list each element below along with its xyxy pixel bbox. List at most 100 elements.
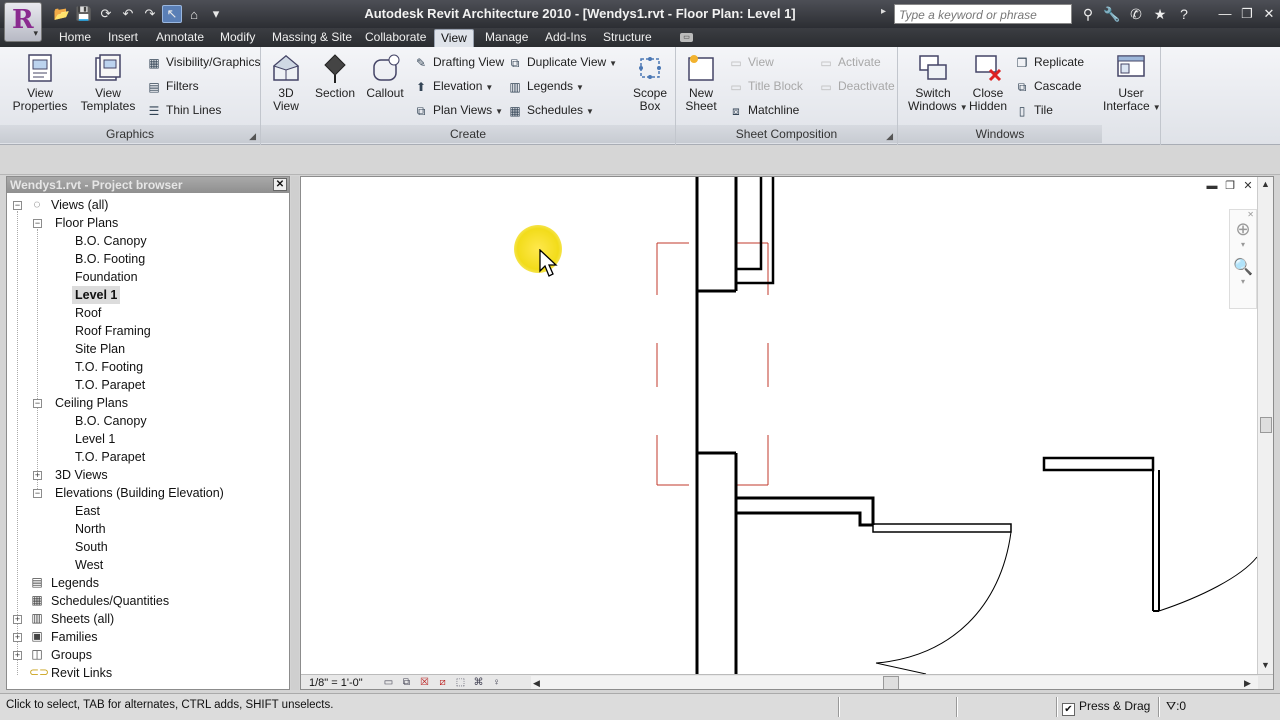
schedules-button[interactable]: ▦ Schedules ▼ xyxy=(507,100,594,120)
drawing-area[interactable]: ▬ ❐ ✕ ✕ ⊕ ▾ 🔍 ▾ ▲ ▼ 1/8" = 1'-0" ▭ ⧉ ☒ ⧄… xyxy=(300,176,1274,690)
close-icon[interactable]: ✕ xyxy=(1241,179,1255,193)
tab-annotate[interactable]: Annotate xyxy=(150,29,210,47)
expand-icon[interactable]: + xyxy=(33,471,42,480)
vertical-scrollbar[interactable]: ▲ ▼ xyxy=(1257,177,1273,674)
tree-elevation-item[interactable]: North xyxy=(75,520,106,538)
checkbox-checked-icon[interactable]: ✔ xyxy=(1062,703,1075,716)
steering-wheel-icon[interactable]: ⊕ xyxy=(1230,219,1256,240)
temporary-hide-icon[interactable]: ⌘ xyxy=(471,676,486,689)
floor-plan-canvas[interactable] xyxy=(301,177,1257,674)
door-swings[interactable] xyxy=(875,531,1257,674)
matchline-button[interactable]: ⧈ Matchline xyxy=(728,100,799,120)
tab-add-ins[interactable]: Add-Ins xyxy=(539,29,592,47)
tab-massing-site[interactable]: Massing & Site xyxy=(266,29,358,47)
collapse-icon[interactable]: − xyxy=(33,489,42,498)
tab-structure[interactable]: Structure xyxy=(597,29,658,47)
select-icon[interactable]: ↖ xyxy=(162,5,182,23)
tree-elevation-item[interactable]: West xyxy=(75,556,103,574)
press-drag-toggle[interactable]: ✔ Press & Drag xyxy=(1062,699,1150,716)
sync-icon[interactable]: ⟳ xyxy=(96,5,116,23)
callout-boundary[interactable] xyxy=(656,242,769,486)
3d-view-quick-icon[interactable]: ⌂ xyxy=(184,5,204,23)
section-button[interactable]: Section xyxy=(313,52,357,100)
scroll-thumb[interactable] xyxy=(1260,417,1272,433)
tab-manage[interactable]: Manage xyxy=(479,29,534,47)
switch-windows-button[interactable]: Switch Windows ▼ xyxy=(908,52,968,114)
scroll-down-icon[interactable]: ▼ xyxy=(1261,660,1270,670)
chevron-down-icon[interactable]: ▾ xyxy=(1230,240,1256,249)
view-scale[interactable]: 1/8" = 1'-0" xyxy=(309,676,363,689)
tree-views-all[interactable]: Views (all) xyxy=(51,196,108,214)
tree-ceiling-plan-item[interactable]: Level 1 xyxy=(75,430,115,448)
tree-3d-views[interactable]: 3D Views xyxy=(55,466,108,484)
undo-icon[interactable]: ↶ xyxy=(118,5,138,23)
expand-icon[interactable]: + xyxy=(13,615,22,624)
thin-lines-button[interactable]: ☰ Thin Lines xyxy=(146,100,222,120)
visual-style-icon[interactable]: ⧉ xyxy=(399,676,414,689)
crop-view-icon[interactable]: ⧄ xyxy=(435,676,450,689)
binoculars-icon[interactable]: ⚲ xyxy=(1078,5,1098,23)
scope-box-button[interactable]: Scope Box xyxy=(627,52,673,113)
close-icon[interactable]: ✕ xyxy=(1230,210,1256,219)
new-sheet-button[interactable]: New Sheet xyxy=(681,52,721,113)
tree-elevation-item[interactable]: South xyxy=(75,538,108,556)
tree-floor-plan-item[interactable]: Foundation xyxy=(75,268,138,286)
open-icon[interactable]: 📂 xyxy=(52,5,72,23)
tab-home[interactable]: Home xyxy=(53,29,97,47)
tree-floor-plans[interactable]: Floor Plans xyxy=(55,214,118,232)
tree-elevation-item[interactable]: East xyxy=(75,502,100,520)
tree-schedules[interactable]: Schedules/Quantities xyxy=(51,592,169,610)
tree-families[interactable]: Families xyxy=(51,628,98,646)
filters-button[interactable]: ▤ Filters xyxy=(146,76,198,96)
walls[interactable] xyxy=(695,177,1160,674)
minimize-icon[interactable]: ▬ xyxy=(1205,179,1219,193)
collapse-icon[interactable]: − xyxy=(13,201,22,210)
selection-filter[interactable]: ⛛:0 xyxy=(1166,699,1186,714)
collapse-icon[interactable]: − xyxy=(33,219,42,228)
collapse-icon[interactable]: − xyxy=(33,399,42,408)
show-crop-icon[interactable]: ⬚ xyxy=(453,676,468,689)
expand-icon[interactable]: + xyxy=(13,651,22,660)
expand-icon[interactable]: + xyxy=(13,633,22,642)
customize-qat-icon[interactable]: ▾ xyxy=(206,5,226,23)
tree-ceiling-plan-item[interactable]: T.O. Parapet xyxy=(75,448,145,466)
scroll-right-icon[interactable]: ▶ xyxy=(1244,676,1251,689)
replicate-button[interactable]: ❐ Replicate xyxy=(1014,52,1084,72)
deactivate-button[interactable]: ▭ Deactivate xyxy=(818,76,894,96)
tree-sheets[interactable]: Sheets (all) xyxy=(51,610,114,628)
tree-floor-plan-item[interactable]: T.O. Footing xyxy=(75,358,143,376)
tree-ceiling-plan-item[interactable]: B.O. Canopy xyxy=(75,412,147,430)
scroll-left-icon[interactable]: ◀ xyxy=(533,676,540,689)
tab-collaborate[interactable]: Collaborate xyxy=(359,29,432,47)
horizontal-scrollbar[interactable]: ◀ ▶ xyxy=(531,676,1258,689)
reveal-hidden-icon[interactable]: ♀ xyxy=(489,676,504,689)
search-expand-icon[interactable]: ▸ xyxy=(881,6,893,22)
tree-floor-plan-item[interactable]: B.O. Canopy xyxy=(75,232,147,250)
tree-floor-plan-item[interactable]: B.O. Footing xyxy=(75,250,145,268)
close-icon[interactable]: ✕ xyxy=(273,178,287,191)
duplicate-view-button[interactable]: ⧉ Duplicate View ▼ xyxy=(507,52,617,72)
redo-icon[interactable]: ↷ xyxy=(140,5,160,23)
tree-revit-links[interactable]: Revit Links xyxy=(51,664,112,682)
tree-floor-plan-item[interactable]: Site Plan xyxy=(75,340,125,358)
visibility-graphics-button[interactable]: ▦ Visibility/Graphics xyxy=(146,52,260,72)
elevation-button[interactable]: ⬆ Elevation ▼ xyxy=(413,76,493,96)
view-templates-button[interactable]: View Templates xyxy=(78,52,138,113)
user-interface-button[interactable]: User Interface ▼ xyxy=(1103,52,1161,114)
tree-floor-plan-item[interactable]: T.O. Parapet xyxy=(75,376,145,394)
help-icon[interactable]: ? xyxy=(1174,5,1194,23)
plan-views-button[interactable]: ⧉ Plan Views ▼ xyxy=(413,100,503,120)
cascade-button[interactable]: ⧉ Cascade xyxy=(1014,76,1082,96)
tab-insert[interactable]: Insert xyxy=(102,29,144,47)
dialog-launcher-icon[interactable]: ◢ xyxy=(886,127,893,145)
restore-icon[interactable]: ❐ xyxy=(1236,4,1258,24)
shadows-icon[interactable]: ☒ xyxy=(417,676,432,689)
minimize-icon[interactable]: — xyxy=(1214,4,1236,24)
tree-floor-plan-item[interactable]: Roof xyxy=(75,304,101,322)
activate-button[interactable]: ▭ Activate xyxy=(818,52,880,72)
zoom-icon[interactable]: 🔍 xyxy=(1230,257,1256,277)
close-hidden-button[interactable]: Close Hidden xyxy=(966,52,1010,113)
application-menu-button[interactable]: R ▾ xyxy=(4,2,42,42)
legends-button[interactable]: ▥ Legends ▼ xyxy=(507,76,584,96)
communication-icon[interactable]: ✆ xyxy=(1126,5,1146,23)
